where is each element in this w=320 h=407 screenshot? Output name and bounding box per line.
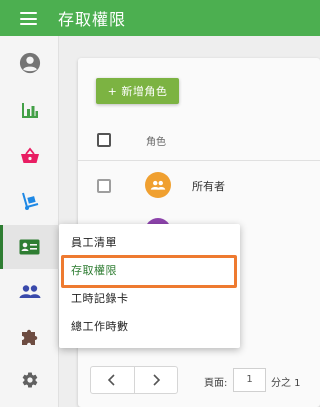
sidebar-item-delivery[interactable] — [0, 179, 59, 223]
row-checkbox[interactable] — [97, 179, 111, 193]
sidebar-item-employees[interactable] — [0, 225, 59, 269]
column-header-role: 角色 — [146, 137, 166, 148]
next-page-button[interactable] — [133, 367, 178, 393]
submenu-item-total-hours[interactable]: 總工作時數 — [59, 313, 240, 341]
role-name[interactable]: 所有者 — [192, 178, 225, 194]
chevron-left-icon — [108, 374, 115, 386]
sidebar — [0, 36, 59, 407]
prev-page-button[interactable] — [91, 367, 134, 393]
app-bar: 存取權限 — [0, 0, 320, 36]
sidebar-item-customers[interactable] — [0, 270, 59, 314]
page-total-label: 分之 1 — [271, 378, 301, 389]
badge-icon — [19, 239, 40, 255]
sidebar-item-settings[interactable] — [0, 358, 59, 402]
pagination-controls — [90, 366, 178, 394]
gear-icon — [22, 372, 37, 388]
submenu-item-access-rights[interactable]: 存取權限 — [59, 257, 240, 285]
account-circle-icon — [19, 52, 40, 74]
role-avatar — [145, 172, 171, 198]
hamburger-icon[interactable] — [20, 12, 37, 25]
employees-submenu: 員工清單 存取權限 工時記錄卡 總工作時數 — [59, 224, 240, 348]
submenu-item-timecards[interactable]: 工時記錄卡 — [59, 285, 240, 313]
add-role-button[interactable]: + 新增角色 — [96, 78, 179, 104]
page-title: 存取權限 — [58, 10, 127, 29]
sidebar-item-reports[interactable] — [0, 88, 59, 132]
basket-icon — [20, 147, 39, 163]
people-icon — [150, 180, 166, 190]
sidebar-item-sales[interactable] — [0, 134, 59, 178]
sidebar-item-integrations[interactable] — [0, 315, 59, 359]
people-icon — [19, 285, 40, 298]
puzzle-icon — [21, 329, 37, 345]
page-label: 頁面: — [204, 378, 228, 389]
chevron-right-icon — [153, 374, 160, 386]
sidebar-item-profile[interactable] — [0, 41, 59, 85]
select-all-checkbox[interactable] — [97, 133, 111, 147]
submenu-item-employee-list[interactable]: 員工清單 — [59, 229, 240, 257]
page-number-input[interactable]: 1 — [233, 368, 266, 392]
hand-truck-icon — [21, 192, 38, 210]
header-divider — [78, 160, 320, 161]
bar-chart-icon — [21, 103, 38, 118]
